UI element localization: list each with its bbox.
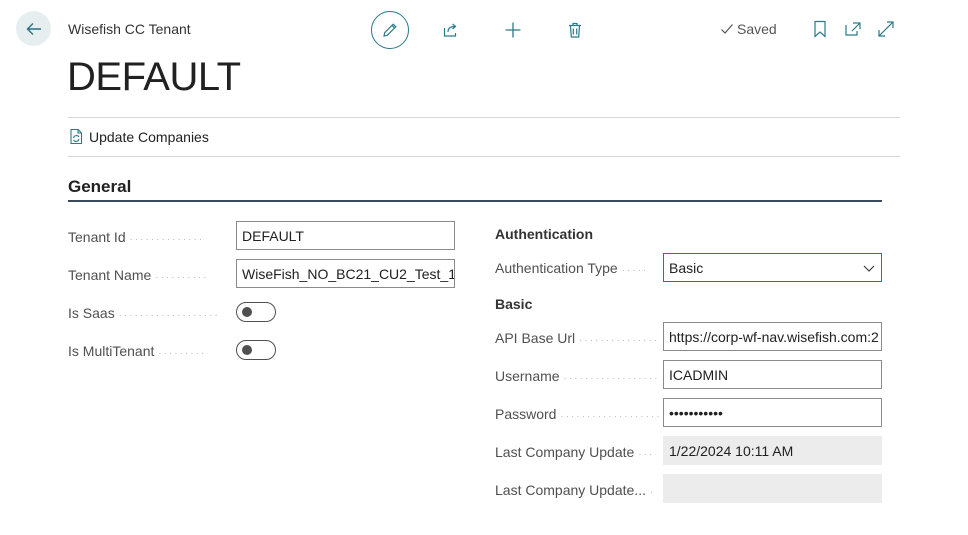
open-new-window-button[interactable] xyxy=(843,19,863,39)
edit-icon xyxy=(383,23,397,37)
divider xyxy=(68,156,900,157)
delete-button[interactable] xyxy=(555,10,595,50)
username-input[interactable]: ICADMIN xyxy=(663,360,882,389)
section-underline xyxy=(68,200,882,202)
section-title-general[interactable]: General xyxy=(68,177,131,197)
page-caption: Wisefish CC Tenant xyxy=(68,21,191,37)
open-new-window-icon xyxy=(845,22,861,36)
back-button[interactable] xyxy=(16,11,51,46)
toggle-knob xyxy=(242,307,252,317)
is-saas-label: Is Saas ··················· xyxy=(68,305,220,321)
tenant-id-input[interactable]: DEFAULT xyxy=(236,221,455,250)
username-label: Username ····················· xyxy=(495,368,660,384)
chevron-down-icon xyxy=(863,265,875,272)
arrow-left-icon xyxy=(26,22,41,35)
save-status-label: Saved xyxy=(737,21,777,37)
last-company-update-2-value xyxy=(663,474,882,503)
page-options xyxy=(810,19,896,39)
tenant-name-label: Tenant Name ·········· xyxy=(68,267,209,283)
api-base-url-label: API Base Url ·················· xyxy=(495,330,660,346)
share-button[interactable] xyxy=(431,10,471,50)
authentication-type-label: Authentication Type ····· xyxy=(495,260,649,276)
api-base-url-input[interactable]: https://corp-wf-nav.wisefish.com:2 xyxy=(663,322,882,351)
is-multitenant-label: Is MultiTenant ········· xyxy=(68,343,207,359)
delete-icon xyxy=(569,22,581,38)
bookmark-icon xyxy=(814,20,826,38)
update-companies-label: Update Companies xyxy=(89,128,209,145)
new-button[interactable] xyxy=(493,10,533,50)
password-input[interactable]: ••••••••••• xyxy=(663,398,882,427)
update-companies-button[interactable]: Update Companies xyxy=(68,128,209,145)
password-label: Password ······················· xyxy=(495,406,660,422)
share-icon xyxy=(443,23,457,37)
tenant-id-label: Tenant Id ·············· xyxy=(68,229,205,245)
is-multitenant-toggle[interactable] xyxy=(236,340,276,360)
last-company-update-2-label: Last Company Update... · xyxy=(495,482,656,498)
toggle-knob xyxy=(242,345,252,355)
basic-group-title: Basic xyxy=(495,296,533,312)
divider xyxy=(68,117,900,118)
tenant-name-input[interactable]: WiseFish_NO_BC21_CU2_Test_161 xyxy=(236,259,455,288)
expand-icon xyxy=(878,21,894,37)
authentication-type-select[interactable]: Basic xyxy=(663,253,882,282)
last-company-update-label: Last Company Update ··· xyxy=(495,444,655,460)
add-icon xyxy=(505,22,521,38)
bookmark-button[interactable] xyxy=(810,19,830,39)
checkmark-icon xyxy=(721,24,733,34)
authentication-group-title: Authentication xyxy=(495,226,593,242)
update-document-icon xyxy=(70,128,83,145)
edit-button[interactable] xyxy=(371,11,409,49)
action-toolbar xyxy=(371,10,595,50)
last-company-update-value: 1/22/2024 10:11 AM xyxy=(663,436,882,465)
expand-button[interactable] xyxy=(876,19,896,39)
save-status: Saved xyxy=(720,21,777,37)
is-saas-toggle[interactable] xyxy=(236,302,276,322)
page-title: DEFAULT xyxy=(67,55,241,99)
